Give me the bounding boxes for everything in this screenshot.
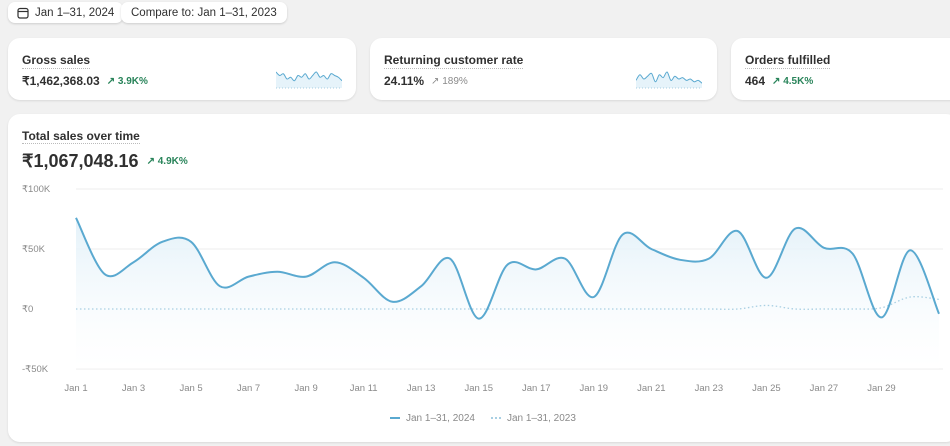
x-tick-label: Jan 29: [867, 383, 896, 394]
x-tick-label: Jan 7: [237, 383, 260, 394]
compare-label: Compare to: Jan 1–31, 2023: [131, 6, 277, 19]
data-point-2024[interactable]: [186, 237, 196, 247]
kpi-title: Gross sales: [22, 53, 91, 69]
kpi-delta: ↗ 189%: [431, 75, 468, 87]
kpi-value: 24.11%: [384, 74, 425, 88]
x-tick-label: Jan 1: [64, 383, 87, 394]
x-tick-label: Jan 5: [179, 383, 202, 394]
series-area-2024: [76, 217, 939, 369]
y-tick-label: ₹100K: [22, 184, 51, 195]
x-tick-label: Jan 13: [407, 383, 436, 394]
data-point-2024[interactable]: [848, 249, 858, 259]
date-range-label: Jan 1–31, 2024: [35, 6, 115, 19]
data-point-2024[interactable]: [646, 244, 656, 254]
arrow-up-right-icon: ↗: [772, 75, 781, 87]
kpi-title: Orders fulfilled: [745, 53, 831, 69]
data-point-2024[interactable]: [71, 213, 81, 223]
kpi-delta: ↗ 4.5K%: [772, 75, 814, 87]
data-point-2024[interactable]: [272, 267, 282, 277]
data-point-2024[interactable]: [790, 224, 800, 234]
data-point-2024[interactable]: [618, 230, 628, 240]
y-tick-label: ₹0: [22, 304, 33, 315]
data-point-2024[interactable]: [704, 254, 714, 264]
kpi-delta: ↗ 3.9K%: [106, 75, 148, 87]
kpi-card-gross-sales[interactable]: Gross sales ₹1,462,368.03 ↗ 3.9K%: [8, 38, 356, 100]
data-point-2024[interactable]: [876, 312, 886, 322]
kpi-card-orders-fulfilled[interactable]: Orders fulfilled 464 ↗ 4.5K%: [731, 38, 950, 100]
data-point-2024[interactable]: [474, 314, 484, 324]
data-point-2024[interactable]: [215, 281, 225, 291]
data-point-2024[interactable]: [445, 254, 455, 264]
data-point-2024[interactable]: [244, 272, 254, 282]
total-sales-chart-card: Total sales over time ₹1,067,048.16 ↗ 4.…: [8, 114, 950, 442]
data-point-2024[interactable]: [733, 226, 743, 236]
sparkline: [276, 71, 342, 89]
data-point-2024[interactable]: [330, 257, 340, 267]
data-point-2024[interactable]: [129, 257, 139, 267]
line-chart[interactable]: ₹100K ₹50K ₹0 -₹50K Jan 1 Jan 3 Jan 5 Jan 7 Jan …: [0, 114, 950, 404]
y-tick-label: -₹50K: [22, 364, 49, 375]
x-tick-label: Jan 21: [637, 383, 666, 394]
dotted-line-swatch: [490, 417, 501, 420]
legend-item-2023[interactable]: Jan 1–31, 2023: [490, 413, 576, 424]
x-tick-label: Jan 11: [350, 383, 378, 394]
x-tick-label: Jan 9: [295, 383, 318, 394]
data-point-2024[interactable]: [761, 273, 771, 283]
sparkline-area: [276, 71, 342, 88]
kpi-card-returning-customer-rate[interactable]: Returning customer rate 24.11% ↗ 189%: [370, 38, 717, 100]
data-point-2024[interactable]: [503, 260, 513, 270]
data-point-2024[interactable]: [531, 264, 541, 274]
arrow-up-right-icon: ↗: [431, 75, 440, 87]
calendar-icon: [17, 7, 29, 19]
kpi-value: ₹1,462,368.03: [22, 74, 100, 88]
x-tick-label: Jan 23: [695, 383, 724, 394]
sparkline: [636, 71, 702, 89]
data-point-2024[interactable]: [359, 273, 369, 283]
data-point-2024[interactable]: [934, 309, 944, 319]
x-tick-label: Jan 17: [522, 383, 551, 394]
data-point-2024[interactable]: [819, 243, 829, 253]
kpi-title: Returning customer rate: [384, 53, 524, 69]
x-tick-label: Jan 15: [464, 383, 493, 394]
data-point-2024[interactable]: [905, 245, 915, 255]
data-point-2024[interactable]: [157, 237, 167, 247]
x-tick-label: Jan 19: [580, 383, 609, 394]
x-tick-label: Jan 3: [122, 383, 145, 394]
date-range-button[interactable]: Jan 1–31, 2024: [8, 2, 124, 23]
solid-line-swatch: [390, 417, 400, 420]
arrow-up-right-icon: ↗: [106, 75, 116, 87]
x-tick-label: Jan 27: [810, 383, 839, 394]
data-point-2024[interactable]: [100, 269, 110, 279]
data-point-2024[interactable]: [416, 281, 426, 291]
compare-button[interactable]: Compare to: Jan 1–31, 2023: [121, 2, 287, 23]
data-point-2024[interactable]: [589, 292, 599, 302]
kpi-value: 464: [745, 74, 766, 88]
data-point-2024[interactable]: [387, 297, 397, 307]
data-point-2024[interactable]: [301, 272, 311, 282]
legend-item-2024[interactable]: Jan 1–31, 2024: [390, 413, 475, 424]
data-point-2024[interactable]: [560, 254, 570, 264]
y-tick-label: ₹50K: [22, 244, 46, 255]
data-point-2024[interactable]: [675, 255, 685, 265]
chart-legend: Jan 1–31, 2024 Jan 1–31, 2023: [390, 413, 576, 424]
x-tick-label: Jan 25: [752, 383, 781, 394]
